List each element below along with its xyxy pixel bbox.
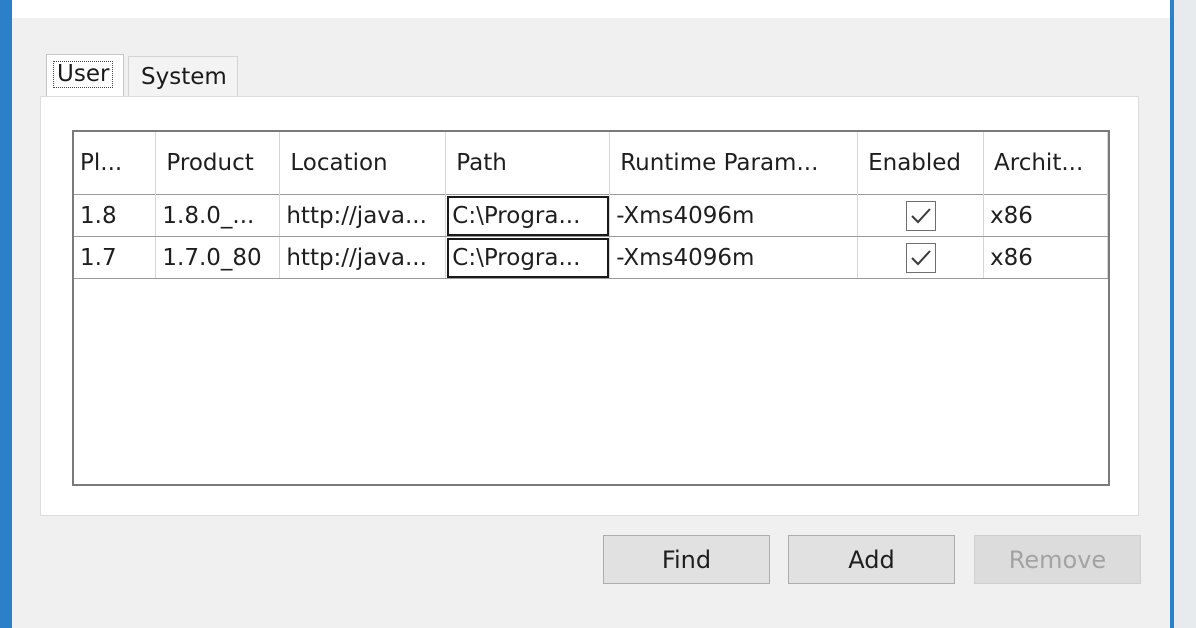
table-row[interactable]: 1.7 1.7.0_80 http://java... C:\Progra...…: [74, 236, 1108, 279]
cell-architecture[interactable]: x86: [983, 236, 1108, 279]
column-header-product[interactable]: Product: [155, 132, 281, 195]
window-frame-left: [0, 0, 12, 628]
table-row[interactable]: 1.8 1.8.0_... http://java... C:\Progra..…: [74, 194, 1108, 237]
cell-location[interactable]: http://java...: [279, 236, 447, 279]
tab-user[interactable]: User: [46, 54, 124, 98]
find-button[interactable]: Find: [603, 535, 770, 584]
checkmark-icon: [910, 207, 931, 223]
dialog-title-strip: [12, 0, 1170, 18]
cell-product[interactable]: 1.8.0_...: [155, 194, 281, 237]
tab-user-label: User: [53, 61, 114, 88]
enabled-checkbox[interactable]: [905, 200, 936, 231]
cell-path[interactable]: C:\Progra...: [445, 236, 611, 279]
cell-platform[interactable]: 1.8: [74, 194, 157, 237]
column-header-architecture[interactable]: Archit...: [983, 132, 1108, 195]
tab-system-label: System: [141, 64, 227, 90]
cell-platform[interactable]: 1.7: [74, 236, 157, 279]
cell-runtime-params[interactable]: -Xms4096m: [609, 194, 859, 237]
background-window-strip: [1174, 0, 1196, 628]
checkmark-icon: [910, 249, 931, 265]
remove-button[interactable]: Remove: [974, 535, 1141, 584]
column-header-enabled[interactable]: Enabled: [857, 132, 985, 195]
column-header-path[interactable]: Path: [445, 132, 611, 195]
cell-enabled[interactable]: [857, 194, 985, 237]
cell-location[interactable]: http://java...: [279, 194, 447, 237]
table-header-row: Pl... Product Location Path Runtime Para…: [74, 132, 1108, 195]
cell-architecture[interactable]: x86: [983, 194, 1108, 237]
cell-product[interactable]: 1.7.0_80: [155, 236, 281, 279]
column-header-location[interactable]: Location: [279, 132, 447, 195]
jre-table-grid: Pl... Product Location Path Runtime Para…: [74, 132, 1108, 279]
column-header-platform[interactable]: Pl...: [74, 132, 157, 195]
tab-system[interactable]: System: [128, 56, 238, 96]
cell-runtime-params[interactable]: -Xms4096m: [609, 236, 859, 279]
add-button[interactable]: Add: [788, 535, 955, 584]
cell-enabled[interactable]: [857, 236, 985, 279]
enabled-checkbox[interactable]: [905, 242, 936, 273]
jre-table[interactable]: Pl... Product Location Path Runtime Para…: [72, 130, 1110, 486]
cell-path[interactable]: C:\Progra...: [445, 194, 611, 237]
column-header-runtime-params[interactable]: Runtime Param...: [609, 132, 859, 195]
